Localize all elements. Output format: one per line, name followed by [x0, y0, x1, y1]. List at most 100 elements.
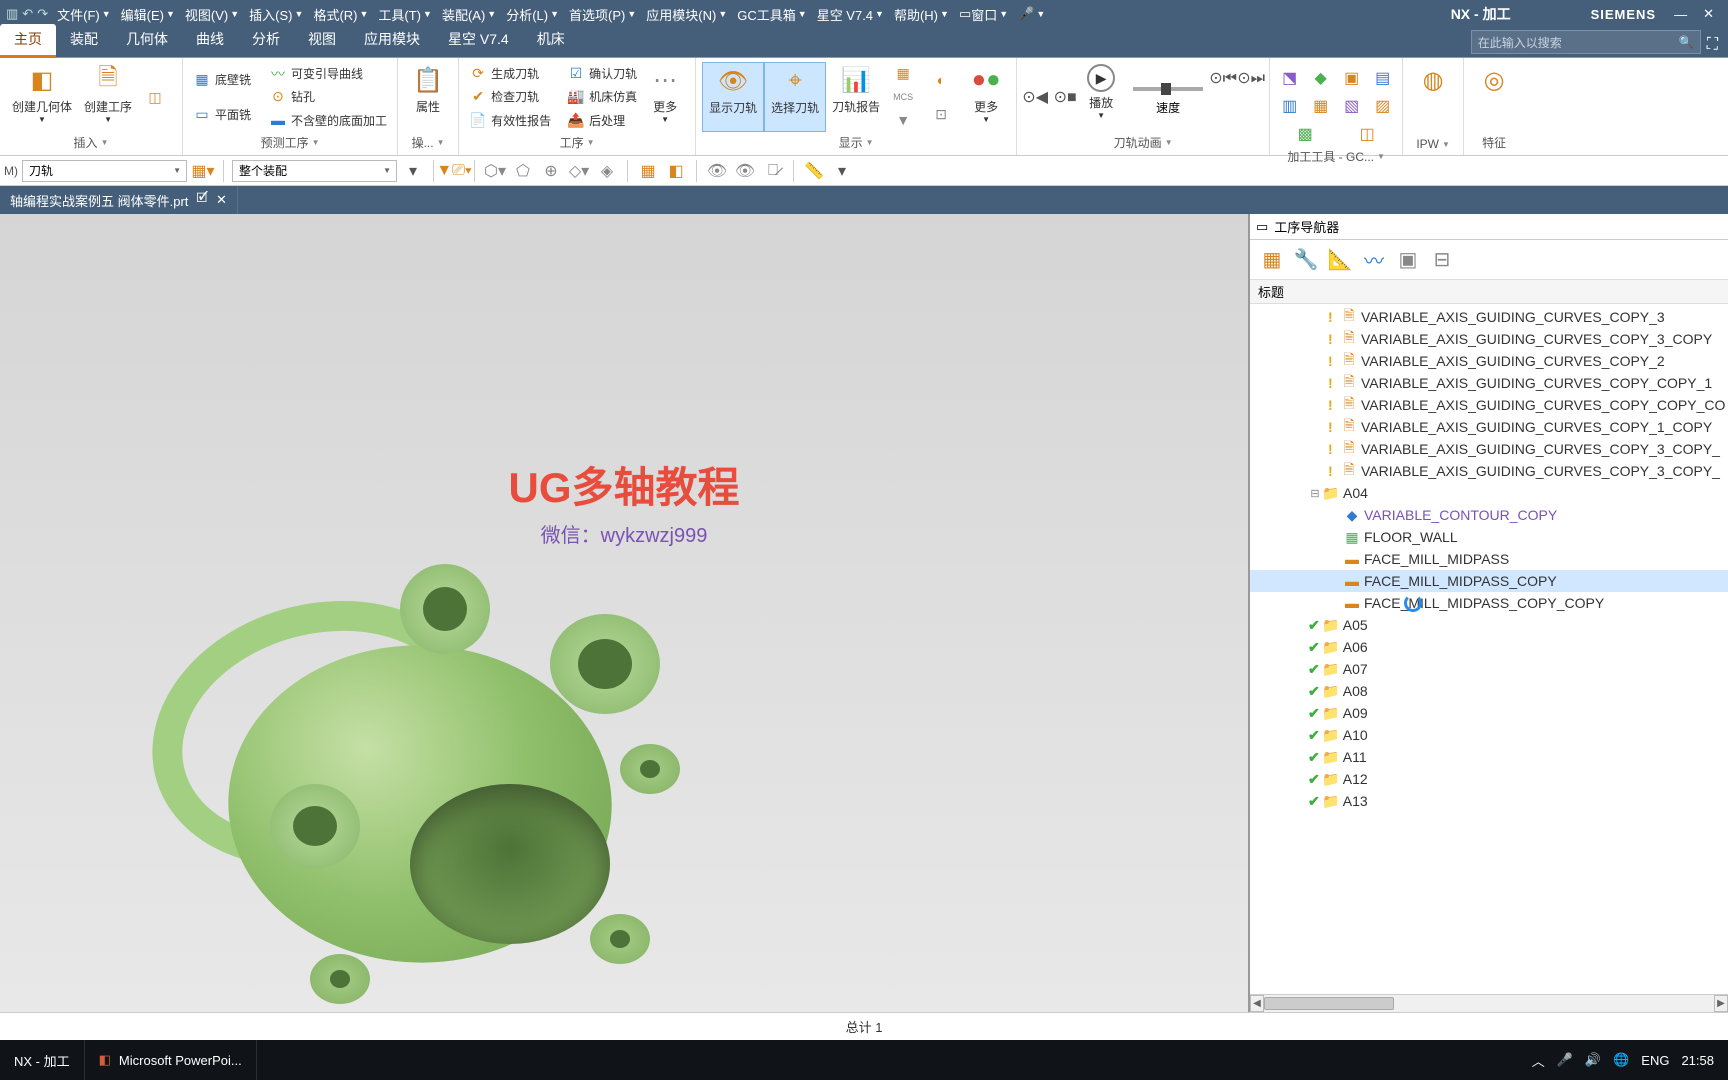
eye-icon-3[interactable]: 👁̷ — [761, 159, 785, 183]
tree-row[interactable]: !🗎VARIABLE_AXIS_GUIDING_CURVES_COPY_1_CO… — [1250, 416, 1728, 438]
tree-row[interactable]: ✔📁A11 — [1250, 746, 1728, 768]
menu-item[interactable]: 文件(F) ▼ — [52, 5, 116, 24]
feature-button[interactable]: ◎ — [1470, 62, 1518, 132]
ipw-button[interactable]: ◍ — [1409, 62, 1457, 135]
anim-step-back-button[interactable]: ⊙⏮ — [1211, 66, 1235, 90]
ribbon-tab[interactable]: 机床 — [523, 24, 579, 57]
disp-icon-2[interactable]: MCS — [890, 87, 920, 107]
tb-dd[interactable]: ▾ — [830, 159, 854, 183]
scroll-thumb[interactable] — [1264, 997, 1394, 1010]
more-ops-button[interactable]: ⋯更多▼ — [641, 62, 689, 132]
anim-step-fwd-button[interactable]: ⊙⏭ — [1239, 66, 1263, 90]
tree-row[interactable]: ✔📁A05 — [1250, 614, 1728, 636]
redo-icon[interactable]: ↷ — [37, 6, 48, 22]
menu-window[interactable]: ▭ 窗口 ▼ — [954, 5, 1013, 24]
variable-guide-button[interactable]: 〰可变引导曲线 — [265, 64, 391, 84]
tree-row[interactable]: ▬FACE_MILL_MIDPASS_COPY_COPY — [1250, 592, 1728, 614]
tree-row[interactable]: ▦FLOOR_WALL — [1250, 526, 1728, 548]
menu-item[interactable]: 应用模块(N) ▼ — [641, 5, 732, 24]
generate-toolpath-button[interactable]: ⟳生成刀轨 — [465, 64, 555, 84]
speed-slider[interactable] — [1133, 87, 1203, 91]
taskbar-nx-button[interactable]: NX - 加工 — [0, 1040, 85, 1080]
viewport-3d[interactable]: UG多轴教程 微信：wykzwzj999 — [0, 214, 1248, 1012]
validity-report-button[interactable]: 📄有效性报告 — [465, 110, 555, 130]
tb-icon-8[interactable]: ▦ — [636, 159, 660, 183]
tree-row[interactable]: ▬FACE_MILL_MIDPASS — [1250, 548, 1728, 570]
tb-icon-2[interactable]: ▾ — [401, 159, 425, 183]
menu-item[interactable]: 视图(V) ▼ — [180, 5, 244, 24]
taskbar-powerpoint-button[interactable]: ◧ Microsoft PowerPoi... — [85, 1040, 257, 1080]
gc-tool-1-icon[interactable]: ⬔ — [1278, 66, 1302, 90]
tree-row[interactable]: !🗎VARIABLE_AXIS_GUIDING_CURVES_COPY_3_CO… — [1250, 438, 1728, 460]
nav-view-4-icon[interactable]: 〰 — [1358, 244, 1390, 276]
ribbon-tab[interactable]: 几何体 — [112, 24, 182, 57]
floor-wall-mill-button[interactable]: ▦底壁铣 — [189, 70, 255, 90]
tb-icon-1[interactable]: ▦▾ — [191, 159, 215, 183]
menu-item[interactable]: 星空 V7.4 ▼ — [812, 5, 889, 24]
eye-icon-2[interactable]: 👁 — [733, 159, 757, 183]
machine-sim-button[interactable]: 🏭机床仿真 — [563, 87, 641, 107]
tray-lang[interactable]: ENG — [1641, 1053, 1669, 1068]
menu-item[interactable]: 装配(A) ▼ — [437, 5, 501, 24]
gc-tool-5-icon[interactable]: ▥ — [1278, 94, 1302, 118]
search-icon[interactable]: 🔍 — [1679, 35, 1694, 49]
nav-view-3-icon[interactable]: 📐 — [1324, 244, 1356, 276]
gc-tool-7-icon[interactable]: ▧ — [1340, 94, 1364, 118]
confirm-toolpath-button[interactable]: ☑确认刀轨 — [563, 64, 641, 84]
funnel-icon[interactable]: ▼⎚▾ — [442, 159, 466, 183]
filter-select-1[interactable]: 刀轨 — [22, 160, 187, 182]
menu-item[interactable]: 插入(S) ▼ — [244, 5, 308, 24]
tray-mic-icon[interactable]: 🎤 — [1557, 1052, 1573, 1068]
eye-icon-1[interactable]: 👁 — [705, 159, 729, 183]
filter-select-2[interactable]: 整个装配 — [232, 160, 397, 182]
tree-row[interactable]: !🗎VARIABLE_AXIS_GUIDING_CURVES_COPY_3_CO… — [1250, 460, 1728, 482]
ribbon-tab[interactable]: 主页 — [0, 24, 56, 58]
ribbon-tab[interactable]: 曲线 — [182, 24, 238, 57]
tree-row[interactable]: ▬FACE_MILL_MIDPASS_COPY — [1250, 570, 1728, 592]
tb-icon-9[interactable]: ◧ — [664, 159, 688, 183]
menu-item[interactable]: 格式(R) ▼ — [308, 5, 373, 24]
drill-button[interactable]: ⊙钻孔 — [265, 87, 391, 107]
tree-row[interactable]: !🗎VARIABLE_AXIS_GUIDING_CURVES_COPY_3 — [1250, 306, 1728, 328]
more-display-button[interactable]: ●●更多▼ — [962, 62, 1010, 132]
verify-toolpath-button[interactable]: ✔检查刀轨 — [465, 87, 555, 107]
tb-icon-7[interactable]: ◈ — [595, 159, 619, 183]
tree-row[interactable]: ✔📁A09 — [1250, 702, 1728, 724]
ribbon-tab[interactable]: 星空 V7.4 — [434, 24, 523, 57]
nav-view-6-icon[interactable]: ⊟ — [1426, 244, 1458, 276]
floor-nowall-button[interactable]: ▬不含壁的底面加工 — [265, 110, 391, 130]
menu-item[interactable]: 分析(L) ▼ — [501, 5, 564, 24]
play-button[interactable]: ▶播放▼ — [1077, 62, 1125, 132]
gc-tool-10-icon[interactable]: ◫ — [1355, 122, 1379, 146]
tray-volume-icon[interactable]: 🔊 — [1585, 1052, 1601, 1068]
toolpath-report-button[interactable]: 📊刀轨报告 — [826, 62, 886, 132]
gc-tool-2-icon[interactable]: ◆ — [1309, 66, 1333, 90]
create-operation-button[interactable]: 🗎创建工序▼ — [78, 62, 138, 132]
postprocess-button[interactable]: 📤后处理 — [563, 110, 641, 130]
tree-row[interactable]: ✔📁A10 — [1250, 724, 1728, 746]
ruler-icon[interactable]: 📏 — [802, 159, 826, 183]
ribbon-tab[interactable]: 应用模块 — [350, 24, 434, 57]
search-input[interactable]: 在此输入以搜索🔍 — [1471, 30, 1701, 54]
menu-item[interactable]: 工具(T) ▼ — [373, 5, 437, 24]
nav-view-5-icon[interactable]: ▣ — [1392, 244, 1424, 276]
scroll-right-icon[interactable]: ▶ — [1714, 995, 1728, 1012]
tree-row[interactable]: ✔📁A13 — [1250, 790, 1728, 812]
show-toolpath-button[interactable]: 👁显示刀轨 — [702, 62, 764, 132]
tree-row[interactable]: ✔📁A07 — [1250, 658, 1728, 680]
nav-hscrollbar[interactable]: ◀ ▶ — [1250, 994, 1728, 1012]
gc-tool-4-icon[interactable]: ▤ — [1371, 66, 1395, 90]
tray-clock[interactable]: 21:58 — [1681, 1053, 1714, 1068]
menu-item[interactable]: 首选项(P) ▼ — [564, 5, 641, 24]
tb-icon-5[interactable]: ⊕ — [539, 159, 563, 183]
file-tab-active[interactable]: 轴编程实战案例五 阀体零件.prt 🗹 ✕ — [0, 186, 238, 214]
tray-network-icon[interactable]: 🌐 — [1613, 1052, 1629, 1068]
file-close-icon[interactable]: ✕ — [216, 192, 227, 208]
properties-button[interactable]: 📋属性 — [404, 62, 452, 132]
gc-tool-8-icon[interactable]: ▨ — [1371, 94, 1395, 118]
anim-stop-button[interactable]: ⊙■ — [1053, 85, 1077, 109]
tree-row[interactable]: !🗎VARIABLE_AXIS_GUIDING_CURVES_COPY_COPY… — [1250, 394, 1728, 416]
gc-tool-6-icon[interactable]: ▦ — [1309, 94, 1333, 118]
close-icon[interactable]: ✕ — [1703, 6, 1714, 22]
tree-row[interactable]: !🗎VARIABLE_AXIS_GUIDING_CURVES_COPY_COPY… — [1250, 372, 1728, 394]
